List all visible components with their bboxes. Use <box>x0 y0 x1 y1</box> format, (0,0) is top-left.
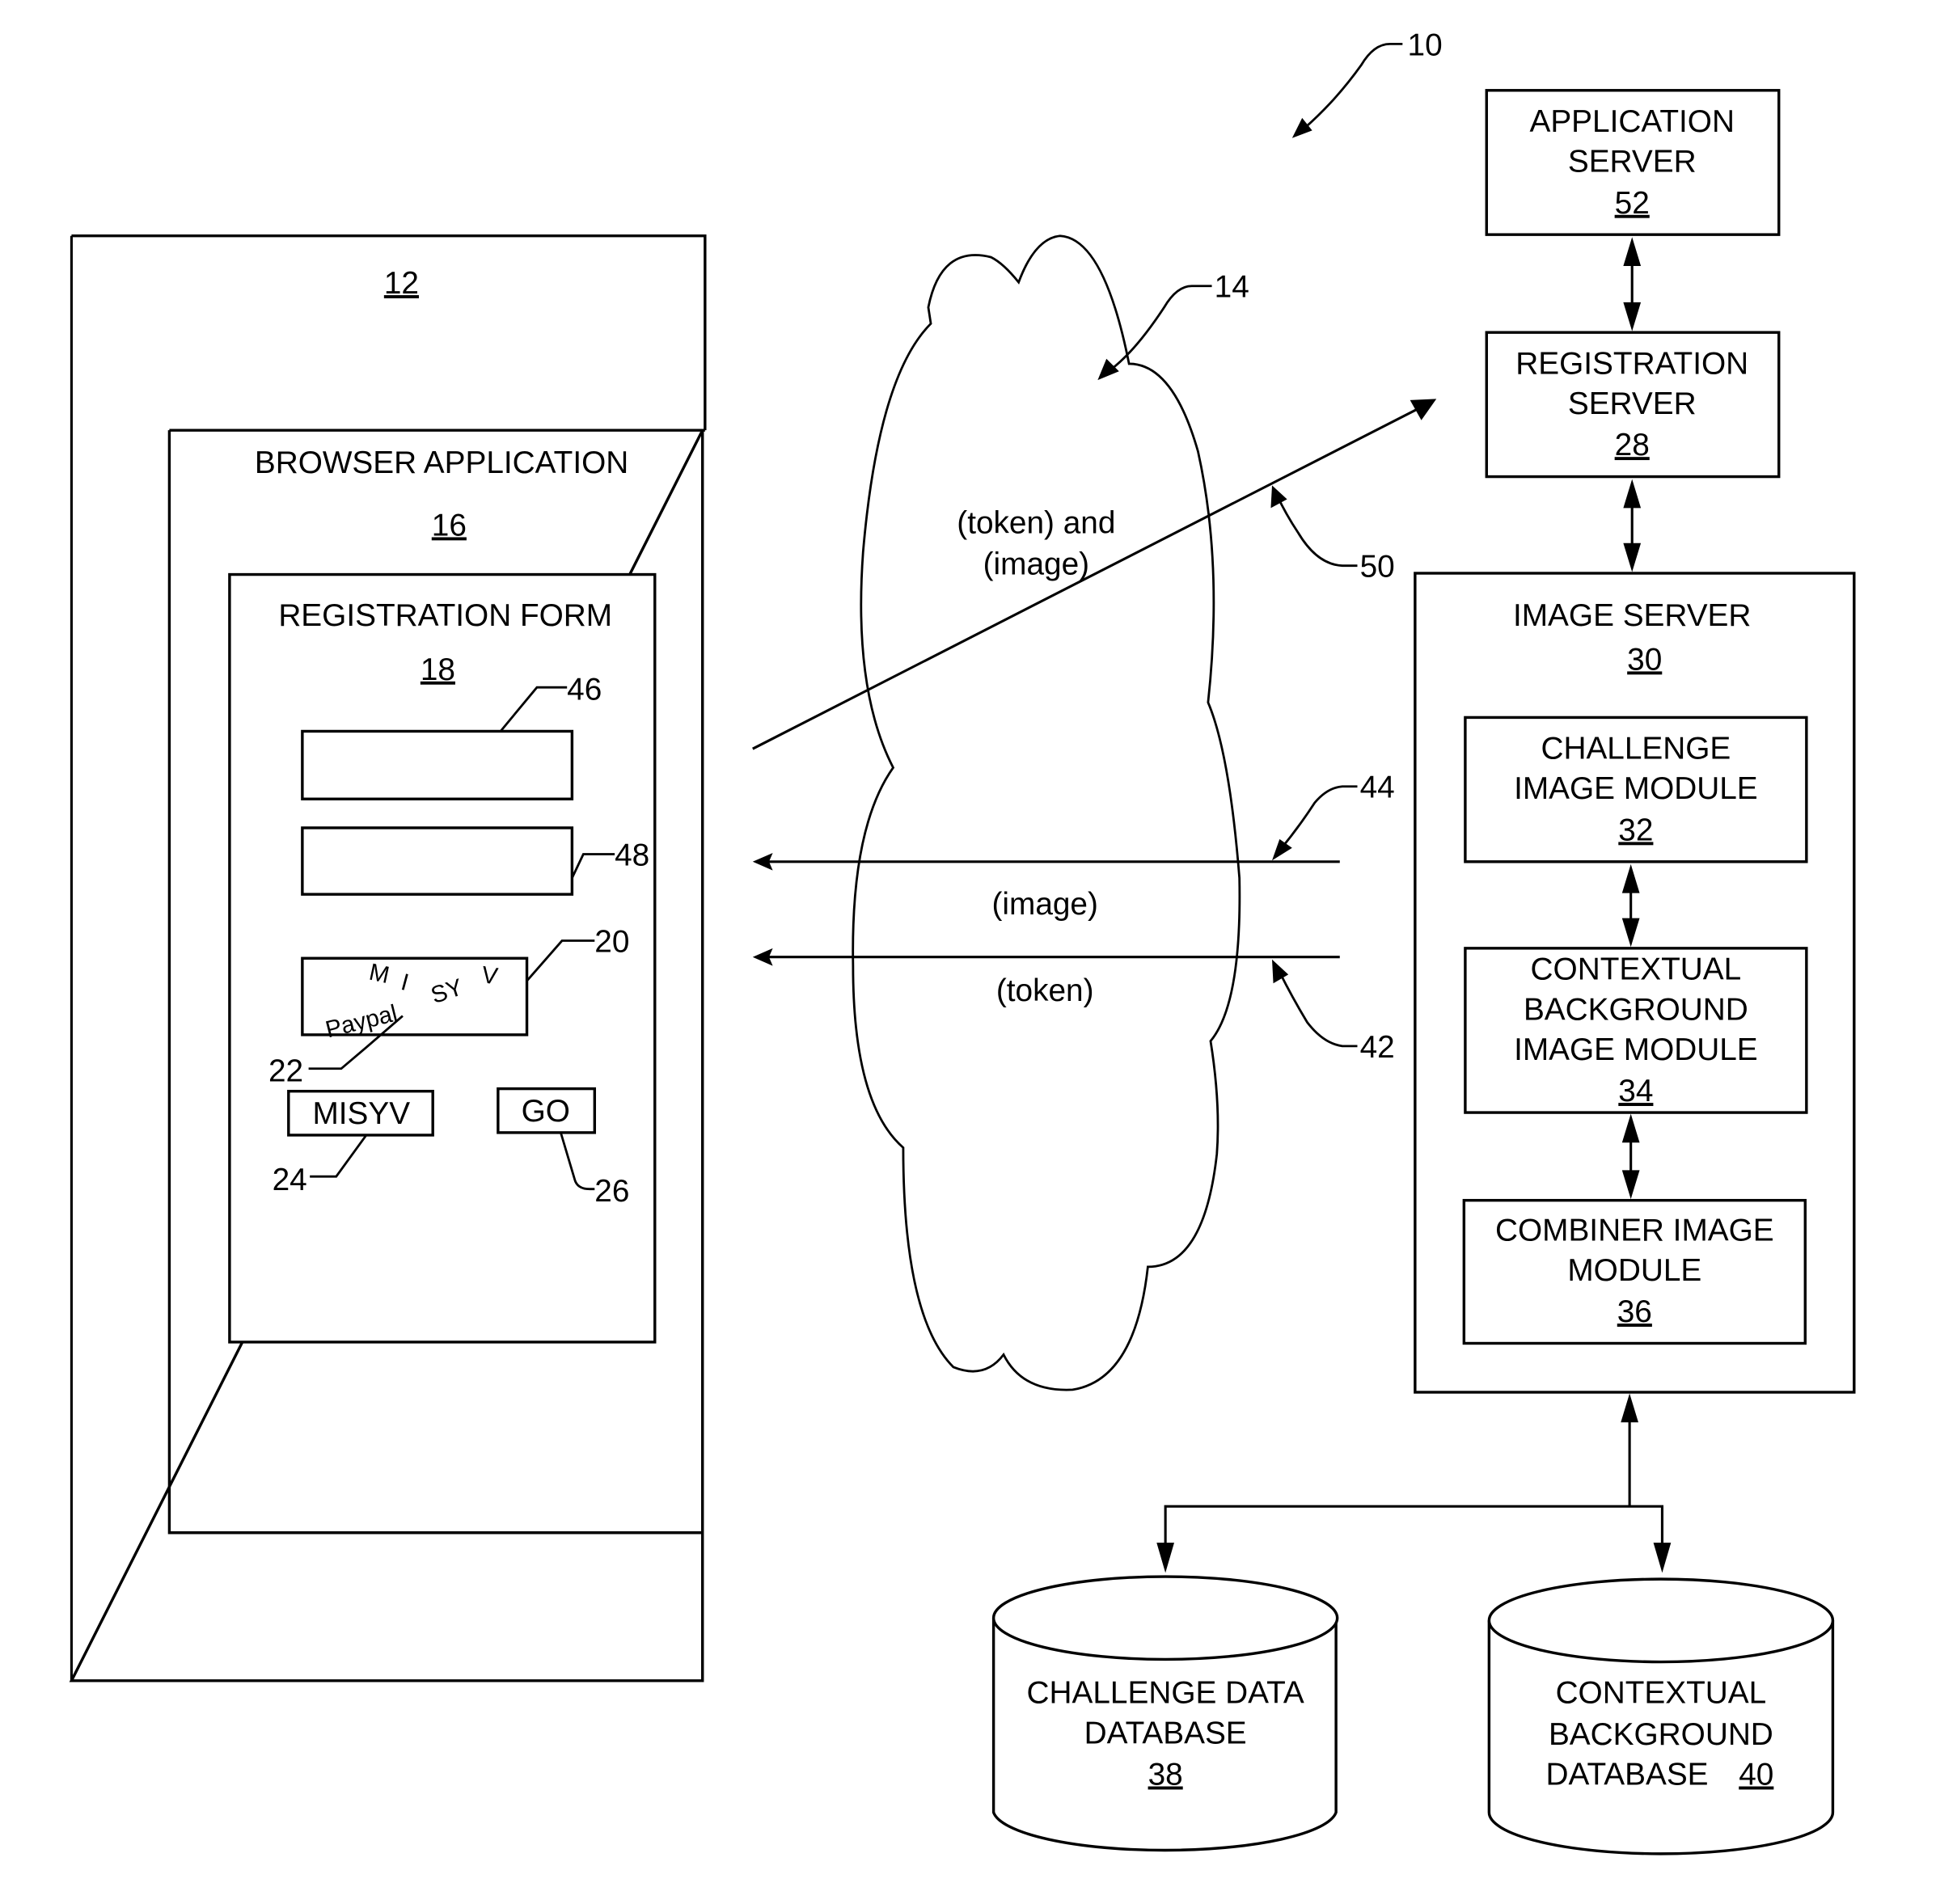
registration-image-link <box>1623 479 1642 572</box>
field-48-ref: 48 <box>615 838 649 872</box>
application-server-ref: 52 <box>1615 186 1650 221</box>
image-server-ref: 30 <box>1627 642 1662 677</box>
contextual-background-database: CONTEXTUAL BACKGROUND DATABASE 40 <box>1487 1577 1835 1855</box>
captcha-background-ref: 22 <box>268 1053 303 1088</box>
database-line3: DATABASE <box>1545 1758 1708 1792</box>
flow-50-label-line2: (image) <box>983 547 1089 582</box>
go-button-label[interactable]: GO <box>522 1094 570 1129</box>
database-ref: 38 <box>1148 1758 1183 1792</box>
leader-line-50 <box>1275 495 1358 568</box>
image-server-title: IMAGE SERVER <box>1513 598 1751 633</box>
module-line2: IMAGE MODULE <box>1514 771 1758 806</box>
image-server-database-link <box>1156 1393 1672 1573</box>
flow-50: (token) and (image) 50 <box>752 399 1437 750</box>
flow-42: (token) 42 <box>752 948 1395 1065</box>
contextual-background-image-module: CONTEXTUAL BACKGROUND IMAGE MODULE 34 <box>1464 947 1808 1114</box>
captcha-image: M I SY V Paypal <box>301 956 529 1043</box>
form-field-46[interactable] <box>301 729 574 800</box>
registration-form: REGISTRATION FORM 18 46 48 M I SY V Payp <box>228 572 657 1344</box>
browser-application-ref: 16 <box>432 508 467 542</box>
module-ref: 36 <box>1617 1294 1652 1329</box>
flow-44: (image) 44 <box>752 770 1395 922</box>
database-top <box>991 1575 1339 1661</box>
module-line1: COMBINER IMAGE <box>1495 1213 1774 1248</box>
application-server-line1: APPLICATION <box>1529 104 1734 139</box>
flow-50-label-line1: (token) and <box>957 505 1115 540</box>
figure-ref-10: 10 <box>1291 27 1443 138</box>
arrowhead-icon <box>1097 358 1119 381</box>
flow-44-ref: 44 <box>1360 770 1395 805</box>
figure-leader-line <box>1304 42 1403 129</box>
client-computer: 12 BROWSER APPLICATION 16 REGISTRATION F… <box>69 234 707 1682</box>
client-ref: 12 <box>384 266 419 301</box>
captcha-answer-value: MISYV <box>312 1096 410 1131</box>
leader-line-14 <box>1110 285 1212 371</box>
flow-42-ref: 42 <box>1360 1030 1395 1065</box>
arrowhead-icon <box>1272 838 1292 861</box>
arrowhead-icon <box>1623 302 1642 331</box>
application-server-line2: SERVER <box>1568 145 1697 179</box>
module-line1: CONTEXTUAL <box>1531 952 1742 987</box>
module-ref: 34 <box>1618 1074 1653 1108</box>
database-line2: DATABASE <box>1084 1716 1247 1750</box>
arrowhead-icon <box>1653 1543 1672 1573</box>
registration-server-line1: REGISTRATION <box>1515 346 1748 381</box>
module-line3: IMAGE MODULE <box>1514 1032 1758 1067</box>
database-line1: CONTEXTUAL <box>1556 1676 1767 1711</box>
field-46-ref: 46 <box>567 673 602 707</box>
figure-ref-label: 10 <box>1408 27 1443 62</box>
answer-input-ref: 24 <box>273 1163 307 1197</box>
go-button-ref: 26 <box>594 1174 629 1209</box>
database-top <box>1487 1577 1835 1664</box>
database-line1: CHALLENGE DATA <box>1027 1676 1304 1711</box>
link-line <box>1164 1505 1663 1552</box>
browser-application-title: BROWSER APPLICATION <box>255 445 628 480</box>
challenge-data-database: CHALLENGE DATA DATABASE 38 <box>991 1575 1339 1852</box>
arrowhead-icon <box>1270 485 1287 509</box>
arrowhead-icon <box>1623 542 1642 572</box>
application-server: APPLICATION SERVER 52 <box>1485 89 1781 236</box>
flow-42-label: (token) <box>996 973 1094 1008</box>
flow-50-ref: 50 <box>1360 550 1395 585</box>
leader-line-44 <box>1279 785 1358 851</box>
flow-44-label: (image) <box>992 887 1098 922</box>
registration-form-title: REGISTRATION FORM <box>278 598 612 633</box>
database-line2: BACKGROUND <box>1549 1717 1773 1752</box>
arrowhead-icon <box>1623 479 1642 509</box>
system-diagram: 10 12 BROWSER APPLICATION 16 REGISTRATIO… <box>69 27 1856 1855</box>
captcha-ref: 20 <box>594 925 629 960</box>
arrowhead-icon <box>1272 959 1289 984</box>
registration-server-ref: 28 <box>1615 428 1650 462</box>
image-server: IMAGE SERVER 30 CHALLENGE IMAGE MODULE 3… <box>1414 572 1856 1394</box>
challenge-image-module: CHALLENGE IMAGE MODULE 32 <box>1464 716 1808 863</box>
form-field-48[interactable] <box>301 826 574 896</box>
registration-form-ref: 18 <box>421 652 455 687</box>
network-ref: 14 <box>1215 270 1249 305</box>
arrowhead-icon <box>1156 1543 1174 1573</box>
database-ref: 40 <box>1739 1758 1773 1792</box>
arrowhead-icon <box>1623 237 1642 266</box>
leader-line-42 <box>1279 971 1358 1048</box>
app-registration-link <box>1623 237 1642 331</box>
network-cloud: 14 <box>852 234 1249 1391</box>
registration-server-line2: SERVER <box>1568 386 1697 421</box>
registration-server: REGISTRATION SERVER 28 <box>1485 331 1781 479</box>
module-ref: 32 <box>1618 813 1653 847</box>
module-line1: CHALLENGE <box>1541 732 1731 766</box>
combiner-image-module: COMBINER IMAGE MODULE 36 <box>1462 1198 1807 1345</box>
module-line2: BACKGROUND <box>1524 992 1748 1027</box>
arrowhead-icon <box>1291 117 1312 138</box>
module-line2: MODULE <box>1567 1253 1701 1288</box>
cloud-outline <box>852 234 1241 1391</box>
